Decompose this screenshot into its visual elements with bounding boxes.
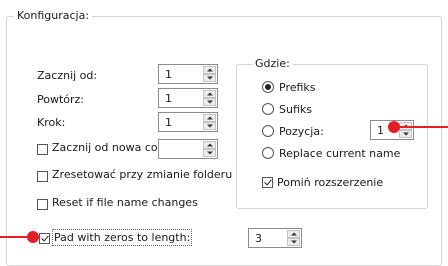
where-group-title: Gdzie: (252, 57, 293, 70)
pad-length-value: 3 (255, 232, 262, 245)
start-from-label: Zacznij od: (37, 69, 98, 82)
position-label[interactable]: Pozycja: (279, 125, 324, 138)
pad-zeros-label[interactable]: Pad with zeros to length: (51, 229, 193, 246)
reset-folder-checkbox[interactable] (37, 171, 48, 182)
reset-name-checkbox[interactable] (37, 199, 48, 210)
callout-marker-dot (27, 231, 39, 243)
callout-marker-line (0, 236, 28, 238)
restart-every-checkbox[interactable] (37, 144, 48, 155)
step-decrement-button[interactable] (203, 122, 216, 130)
step-value: 1 (165, 116, 172, 129)
callout-marker-line (399, 126, 448, 128)
skip-extension-label[interactable]: Pomiń rozszerzenie (277, 176, 383, 189)
prefix-radio[interactable] (262, 81, 274, 93)
repeat-spinner[interactable]: 1 (158, 88, 218, 108)
repeat-value: 1 (165, 92, 172, 105)
repeat-decrement-button[interactable] (203, 98, 216, 106)
suffix-label[interactable]: Sufiks (279, 103, 312, 116)
replace-label[interactable]: Replace current name (279, 147, 400, 160)
position-radio[interactable] (262, 125, 274, 137)
start-from-increment-button[interactable] (203, 66, 216, 74)
step-increment-button[interactable] (203, 114, 216, 122)
pad-length-spinner[interactable]: 3 (248, 228, 302, 248)
step-spinner[interactable]: 1 (158, 112, 218, 132)
restart-every-label[interactable]: Zacznij od nowa co: (52, 141, 161, 154)
configuration-group-title: Konfiguracja: (14, 9, 93, 22)
reset-folder-label[interactable]: Zresetować przy zmianie folderu (52, 168, 232, 181)
repeat-increment-button[interactable] (203, 90, 216, 98)
restart-every-spinner[interactable] (158, 139, 218, 159)
suffix-radio[interactable] (262, 103, 274, 115)
position-value: 1 (377, 124, 384, 137)
start-from-value: 1 (165, 68, 172, 81)
restart-every-decrement-button[interactable] (203, 149, 216, 157)
pad-zeros-checkbox[interactable] (39, 233, 50, 244)
restart-every-increment-button[interactable] (203, 141, 216, 149)
pad-length-increment-button[interactable] (287, 230, 300, 238)
start-from-spinner[interactable]: 1 (158, 64, 218, 84)
step-label: Krok: (37, 116, 66, 129)
repeat-label: Powtórz: (37, 93, 85, 106)
prefix-label[interactable]: Prefiks (279, 81, 316, 94)
replace-radio[interactable] (262, 147, 274, 159)
skip-extension-checkbox[interactable] (262, 177, 273, 188)
start-from-decrement-button[interactable] (203, 74, 216, 82)
pad-length-decrement-button[interactable] (287, 238, 300, 246)
position-decrement-button[interactable] (399, 130, 412, 138)
reset-name-label[interactable]: Reset if file name changes (52, 196, 198, 209)
